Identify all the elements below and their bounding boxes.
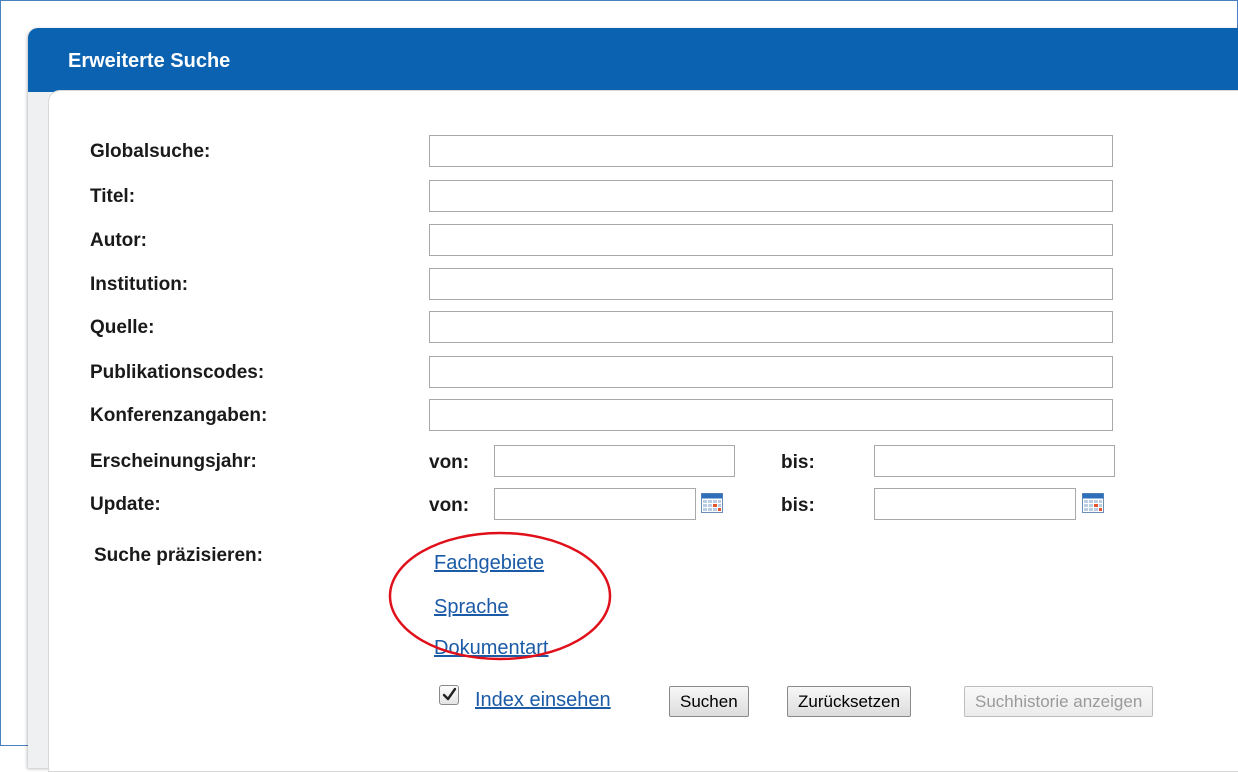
refine-search-label: Suche präzisieren: [94, 545, 263, 566]
index-link[interactable]: Index einsehen [475, 689, 611, 712]
autor-label: Autor: [90, 230, 147, 251]
quelle-label: Quelle: [90, 317, 155, 338]
update-to-label: bis: [781, 495, 815, 516]
search-history-button[interactable]: Suchhistorie anzeigen [964, 686, 1154, 717]
konferenzangaben-input[interactable] [429, 399, 1113, 431]
quelle-input[interactable] [429, 311, 1113, 343]
highlight-ellipse [388, 531, 612, 661]
institution-input[interactable] [429, 268, 1113, 300]
titel-label: Titel: [90, 186, 136, 207]
calendar-icon[interactable] [1082, 491, 1104, 513]
institution-label: Institution: [90, 274, 189, 295]
publikationscodes-input[interactable] [429, 356, 1113, 388]
panel-header: Erweiterte Suche [28, 28, 1238, 92]
titel-input[interactable] [429, 180, 1113, 212]
update-label: Update: [90, 494, 161, 515]
globalsuche-input[interactable] [429, 135, 1113, 167]
search-button[interactable]: Suchen [669, 686, 749, 717]
panel-title: Erweiterte Suche [68, 50, 231, 72]
autor-input[interactable] [429, 224, 1113, 256]
calendar-icon[interactable] [701, 491, 723, 513]
index-checkbox[interactable] [439, 685, 459, 705]
year-from-label: von: [429, 452, 470, 473]
publikationscodes-label: Publikationscodes: [90, 362, 265, 383]
update-from-label: von: [429, 495, 470, 516]
year-to-input[interactable] [874, 445, 1115, 477]
globalsuche-label: Globalsuche: [90, 141, 211, 162]
reset-button[interactable]: Zurücksetzen [787, 686, 912, 717]
checkmark-icon [442, 687, 457, 701]
year-to-label: bis: [781, 452, 815, 473]
year-from-input[interactable] [494, 445, 735, 477]
update-to-input[interactable] [874, 488, 1076, 520]
erscheinungsjahr-label: Erscheinungsjahr: [90, 451, 257, 472]
konferenzangaben-label: Konferenzangaben: [90, 405, 268, 426]
update-from-input[interactable] [494, 488, 696, 520]
